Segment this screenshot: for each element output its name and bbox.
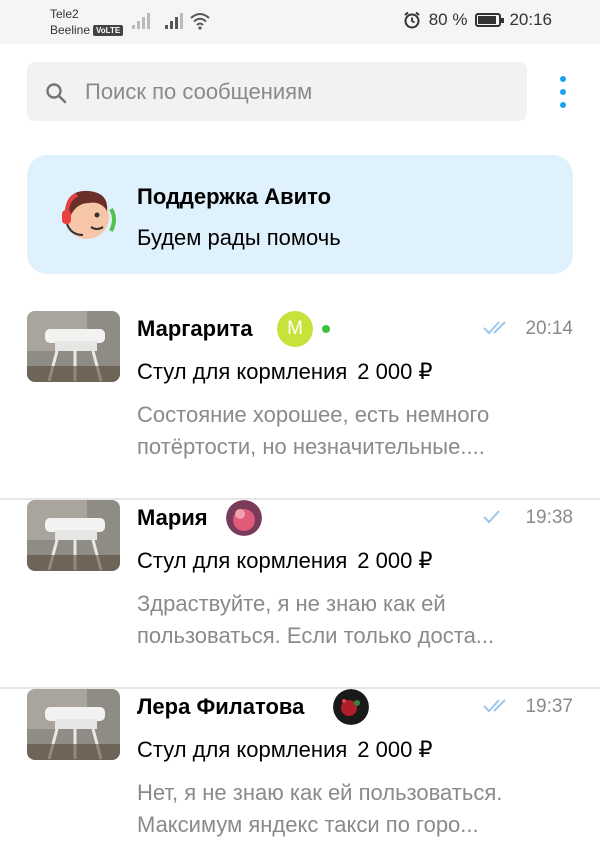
contact-avatar [226, 500, 262, 536]
item-thumbnail [27, 500, 120, 571]
item-thumbnail [27, 689, 120, 760]
support-agent-icon [62, 190, 116, 239]
volte-badge: VoLTE [93, 25, 124, 37]
chat-row-maria[interactable]: Мария 19:38 Стул для кормления 2 000 ₽ Зд… [0, 500, 600, 689]
support-title: Поддержка Авито [137, 184, 332, 209]
clock: 20:16 [509, 10, 552, 29]
item-info: Стул для кормления 2 000 ₽ [137, 359, 432, 385]
signal-1-icon [132, 13, 150, 29]
signal-2-icon [165, 13, 183, 29]
item-info: Стул для кормления 2 000 ₽ [137, 548, 432, 574]
item-title: Стул для кормления [137, 737, 348, 762]
contact-avatar: М [277, 311, 313, 347]
online-indicator [322, 325, 330, 333]
item-title: Стул для кормления [137, 548, 348, 573]
support-card[interactable]: Поддержка Авито Будем рады помочь [27, 155, 573, 274]
chat-row-margarita[interactable]: Маргарита М 20:14 Стул для кормления 2 00… [0, 311, 600, 500]
chat-row-lera[interactable]: Лера Филатова 19:37 Стул для кормления 2 … [0, 689, 600, 865]
contact-avatar [333, 689, 369, 725]
search-bar[interactable] [27, 62, 527, 121]
search-input[interactable] [85, 62, 515, 121]
double-check-icon [483, 321, 506, 335]
contact-name: Мария [137, 505, 208, 530]
item-price: 2 000 ₽ [357, 737, 433, 762]
message-preview: Здраствуйте, я не знаю как ей пользовать… [137, 591, 495, 648]
carrier-2: Beeline [50, 23, 91, 37]
item-price: 2 000 ₽ [357, 359, 433, 384]
message-time: 19:38 [525, 507, 573, 528]
double-check-icon [483, 699, 506, 713]
item-title: Стул для кормления [137, 359, 348, 384]
support-subtitle: Будем рады помочь [137, 225, 341, 250]
message-preview: Нет, я не знаю как ей пользоваться. Макс… [137, 780, 503, 837]
contact-name: Лера Филатова [137, 694, 305, 719]
contact-name: Маргарита [137, 316, 253, 341]
battery-icon [475, 13, 505, 27]
status-bar: Tele2 Beeline VoLTE 80 % 20:16 [0, 0, 600, 44]
search-icon [46, 83, 67, 104]
item-info: Стул для кормления 2 000 ₽ [137, 737, 432, 763]
message-time: 19:37 [525, 696, 573, 717]
message-time: 20:14 [525, 318, 573, 339]
carrier-info: Tele2 Beeline VoLTE [50, 6, 124, 38]
item-price: 2 000 ₽ [357, 548, 433, 573]
more-options-icon[interactable] [552, 76, 574, 110]
item-thumbnail [27, 311, 120, 382]
alarm-icon [404, 11, 420, 29]
carrier-1: Tele2 [50, 7, 79, 21]
message-preview: Состояние хорошее, есть немного потёртос… [137, 402, 490, 459]
wifi-icon [190, 13, 210, 30]
check-icon [483, 510, 500, 524]
battery-percent: 80 % [428, 10, 468, 29]
